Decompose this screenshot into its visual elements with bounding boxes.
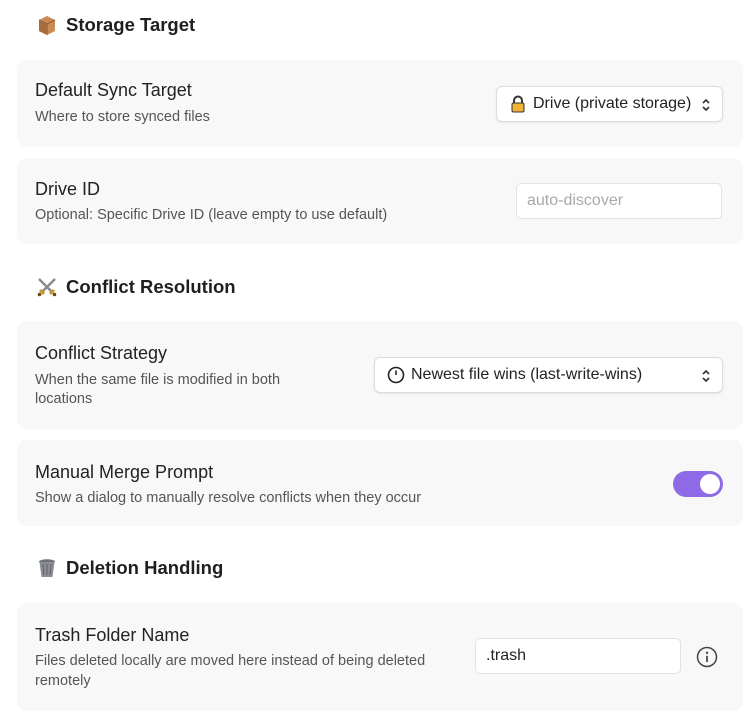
lock-icon [511,95,525,113]
setting-label: Conflict Strategy [35,343,168,363]
setting-card-default-sync-target: Default Sync Target Where to store synce… [17,60,743,147]
setting-card-trash-folder-name: Trash Folder Name Files deleted locally … [17,603,743,711]
section-heading-deletion: Deletion Handling [36,557,223,579]
clock-icon [387,366,405,384]
setting-description: When the same file is modified in both [35,372,281,388]
manual-merge-toggle[interactable] [673,471,723,497]
setting-description: Where to store synced files [35,109,210,125]
drive-id-input[interactable] [516,183,722,219]
section-heading-storage: Storage Target [36,14,195,36]
crossed-swords-icon [37,278,57,297]
setting-label: Trash Folder Name [35,625,190,645]
section-title: Storage Target [66,14,196,35]
setting-description: remotely [35,673,91,689]
setting-card-conflict-strategy: Conflict Strategy When the same file is … [17,321,743,429]
info-icon[interactable] [696,646,718,668]
setting-label: Drive ID [35,179,101,199]
settings-page: Storage Target Default Sync Target Where… [0,0,753,725]
toggle-knob [700,474,720,494]
section-heading-conflict: Conflict Resolution [36,276,236,298]
setting-description: Show a dialog to manually resolve confli… [35,490,422,506]
select-value: Drive (private storage) [533,95,692,112]
trash-folder-input[interactable] [475,638,681,674]
sync-target-select[interactable]: Drive (private storage) [496,86,723,122]
section-title: Conflict Resolution [66,276,236,297]
setting-description: locations [35,391,93,407]
setting-label: Manual Merge Prompt [35,462,214,482]
setting-description: Files deleted locally are moved here ins… [35,653,426,669]
select-value: Newest file wins (last-write-wins) [411,366,643,383]
chevron-up-down-icon [702,98,710,112]
conflict-strategy-select[interactable]: Newest file wins (last-write-wins) [374,357,723,393]
section-title: Deletion Handling [66,557,224,578]
chevron-up-down-icon [702,369,710,383]
setting-card-manual-merge-prompt: Manual Merge Prompt Show a dialog to man… [17,440,743,526]
setting-label: Default Sync Target [35,80,192,100]
setting-description: Optional: Specific Drive ID (leave empty… [35,207,388,223]
wastebasket-icon [39,559,55,577]
package-box-icon [38,16,56,35]
setting-card-drive-id: Drive ID Optional: Specific Drive ID (le… [17,158,743,244]
